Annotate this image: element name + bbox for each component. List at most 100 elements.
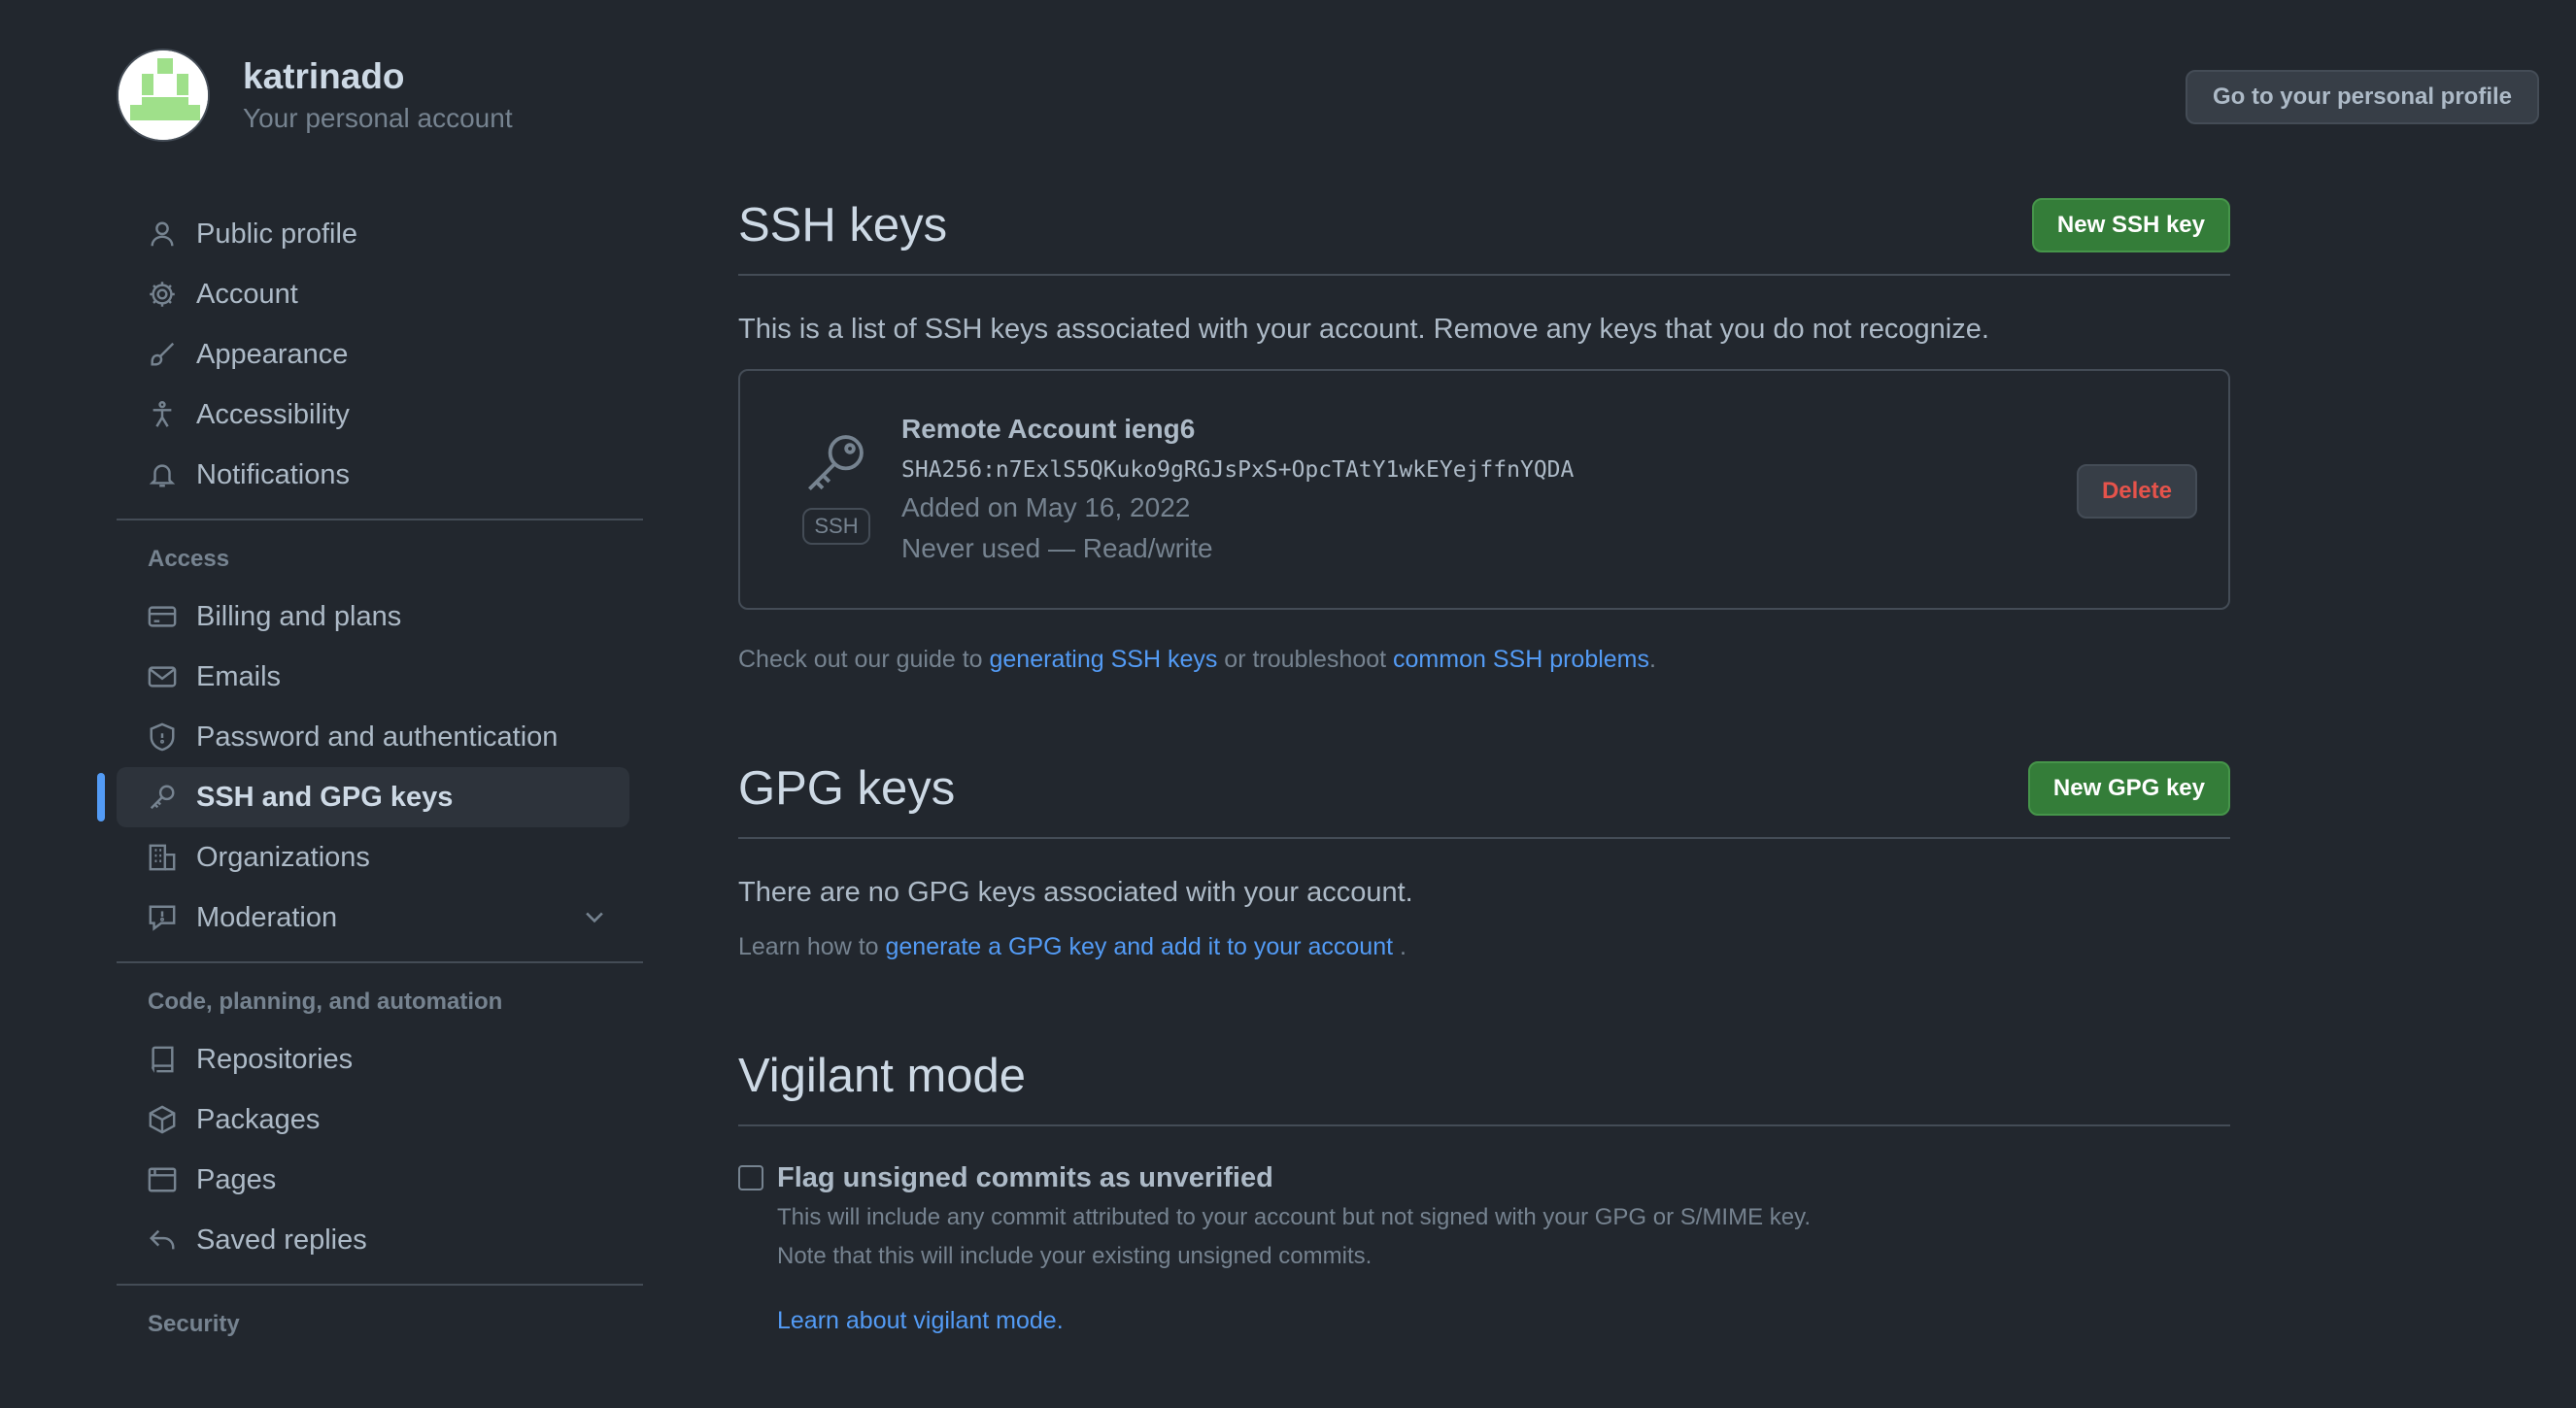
- vigilant-description-line1: This will include any commit attributed …: [777, 1204, 1812, 1230]
- vigilant-mode-title: Vigilant mode: [738, 1050, 1027, 1102]
- new-ssh-key-button[interactable]: New SSH key: [2031, 198, 2230, 252]
- username[interactable]: katrinado: [243, 54, 513, 99]
- sidebar-item-label: Accessibility: [196, 398, 350, 430]
- sidebar-item-appearance[interactable]: Appearance: [117, 324, 629, 385]
- sidebar-item-emails[interactable]: Emails: [117, 647, 629, 707]
- sidebar-item-label: Notifications: [196, 458, 350, 490]
- ssh-keys-section: SSH keys New SSH key This is a list of S…: [738, 194, 2230, 676]
- sidebar-item-ssh-gpg-keys[interactable]: SSH and GPG keys: [97, 767, 629, 827]
- vigilant-description-line2: Note that this will include your existin…: [777, 1243, 1373, 1269]
- vigilant-mode-option: Flag unsigned commits as unverified This…: [738, 1159, 2230, 1335]
- go-to-profile-button[interactable]: Go to your personal profile: [2185, 70, 2539, 124]
- ssh-badge: SSH: [802, 508, 870, 545]
- gpg-keys-section: GPG keys New GPG key There are no GPG ke…: [738, 757, 2230, 963]
- sidebar-item-label: Public profile: [196, 218, 358, 250]
- avatar[interactable]: [117, 49, 210, 142]
- report-icon: [146, 901, 179, 934]
- vigilant-mode-header: Vigilant mode: [738, 1045, 2230, 1126]
- settings-sidebar: Public profile Account Appearance Access…: [97, 204, 643, 1352]
- credit-card-icon: [146, 600, 179, 633]
- mail-icon: [146, 660, 179, 693]
- ssh-key-title: Remote Account ieng6: [901, 414, 1196, 444]
- key-icon: [803, 435, 869, 499]
- sidebar-item-label: Saved replies: [196, 1224, 367, 1256]
- sidebar-item-public-profile[interactable]: Public profile: [117, 204, 629, 264]
- common-ssh-problems-link[interactable]: common SSH problems: [1393, 646, 1649, 673]
- sidebar-item-saved-replies[interactable]: Saved replies: [117, 1210, 629, 1270]
- sidebar-divider: [117, 1284, 643, 1286]
- sidebar-item-label: Appearance: [196, 338, 349, 370]
- gear-icon: [146, 278, 179, 311]
- sidebar-item-label: SSH and GPG keys: [196, 781, 454, 813]
- generating-ssh-keys-link[interactable]: generating SSH keys: [990, 646, 1218, 673]
- ssh-guide-prefix: Check out our guide to: [738, 646, 990, 673]
- sidebar-item-billing[interactable]: Billing and plans: [117, 587, 629, 647]
- new-gpg-key-button[interactable]: New GPG key: [2027, 761, 2230, 816]
- ssh-key-fingerprint: SHA256:n7ExlS5QKuko9gRGJsPxS+OpcTAtY1wkE…: [901, 457, 1575, 483]
- gpg-learn-prefix: Learn how to: [738, 933, 886, 960]
- repo-icon: [146, 1043, 179, 1076]
- sidebar-item-label: Moderation: [196, 901, 338, 933]
- bell-icon: [146, 458, 179, 491]
- flag-unsigned-commits-label[interactable]: Flag unsigned commits as unverified: [777, 1159, 1811, 1196]
- sidebar-item-label: Billing and plans: [196, 600, 402, 632]
- person-icon: [146, 218, 179, 251]
- sidebar-item-account[interactable]: Account: [117, 264, 629, 324]
- vigilant-mode-section: Vigilant mode Flag unsigned commits as u…: [738, 1045, 2230, 1335]
- ssh-key-item: SSH Remote Account ieng6 SHA256:n7ExlS5Q…: [738, 369, 2230, 610]
- accessibility-icon: [146, 398, 179, 431]
- ssh-key-icon-group: SSH: [802, 429, 870, 545]
- account-header: katrinado Your personal account: [117, 49, 513, 142]
- gpg-keys-header: GPG keys New GPG key: [738, 757, 2230, 839]
- ssh-key-added-date: Added on May 16, 2022: [901, 492, 1191, 522]
- paintbrush-icon: [146, 338, 179, 371]
- sidebar-item-pages[interactable]: Pages: [117, 1150, 629, 1210]
- sidebar-item-label: Password and authentication: [196, 721, 559, 753]
- sidebar-item-label: Emails: [196, 660, 282, 692]
- sidebar-divider: [117, 961, 643, 963]
- delete-ssh-key-button[interactable]: Delete: [2076, 464, 2197, 519]
- browser-icon: [146, 1163, 179, 1196]
- generate-gpg-key-link[interactable]: generate a GPG key and add it to your ac…: [886, 933, 1394, 960]
- sidebar-item-packages[interactable]: Packages: [117, 1090, 629, 1150]
- sidebar-item-repositories[interactable]: Repositories: [117, 1029, 629, 1090]
- vigilant-link-suffix: .: [1056, 1307, 1064, 1334]
- gpg-learn-text: Learn how to generate a GPG key and add …: [738, 930, 2230, 963]
- ssh-keys-title: SSH keys: [738, 199, 948, 251]
- sidebar-divider: [117, 519, 643, 520]
- sidebar-item-accessibility[interactable]: Accessibility: [117, 385, 629, 445]
- gpg-keys-title: GPG keys: [738, 762, 956, 815]
- sidebar-item-moderation[interactable]: Moderation: [117, 888, 629, 948]
- sidebar-section-code: Code, planning, and automation: [148, 989, 503, 1015]
- flag-unsigned-commits-checkbox[interactable]: [738, 1165, 763, 1190]
- ssh-guide-text: Check out our guide to generating SSH ke…: [738, 643, 2230, 676]
- sidebar-section-access: Access: [148, 546, 230, 572]
- sidebar-item-label: Packages: [196, 1103, 321, 1135]
- ssh-key-usage: Never used — Read/write: [901, 533, 1213, 563]
- ssh-guide-middle: or troubleshoot: [1217, 646, 1394, 673]
- package-icon: [146, 1103, 179, 1136]
- ssh-guide-suffix: .: [1649, 646, 1656, 673]
- account-subtitle: Your personal account: [243, 103, 513, 133]
- shield-icon: [146, 721, 179, 754]
- sidebar-item-label: Organizations: [196, 841, 370, 873]
- sidebar-item-label: Account: [196, 278, 298, 310]
- ssh-keys-header: SSH keys New SSH key: [738, 194, 2230, 276]
- ssh-key-info: Remote Account ieng6 SHA256:n7ExlS5QKuko…: [901, 410, 1574, 569]
- chevron-down-icon[interactable]: [581, 903, 608, 938]
- sidebar-section-security: Security: [148, 1311, 240, 1337]
- reply-icon: [146, 1224, 179, 1257]
- gpg-learn-suffix: .: [1393, 933, 1407, 960]
- sidebar-item-password[interactable]: Password and authentication: [117, 707, 629, 767]
- sidebar-item-label: Pages: [196, 1163, 277, 1195]
- gpg-empty-message: There are no GPG keys associated with yo…: [738, 877, 1413, 908]
- key-icon: [146, 781, 179, 814]
- ssh-keys-intro: This is a list of SSH keys associated wi…: [738, 314, 1989, 345]
- main-content: SSH keys New SSH key This is a list of S…: [738, 194, 2230, 1335]
- learn-vigilant-mode-link[interactable]: Learn about vigilant mode: [777, 1307, 1057, 1334]
- organization-icon: [146, 841, 179, 874]
- sidebar-item-label: Repositories: [196, 1043, 354, 1075]
- sidebar-item-notifications[interactable]: Notifications: [117, 445, 629, 505]
- sidebar-item-organizations[interactable]: Organizations: [117, 827, 629, 888]
- vigilant-learn-text: Learn about vigilant mode.: [777, 1307, 1811, 1335]
